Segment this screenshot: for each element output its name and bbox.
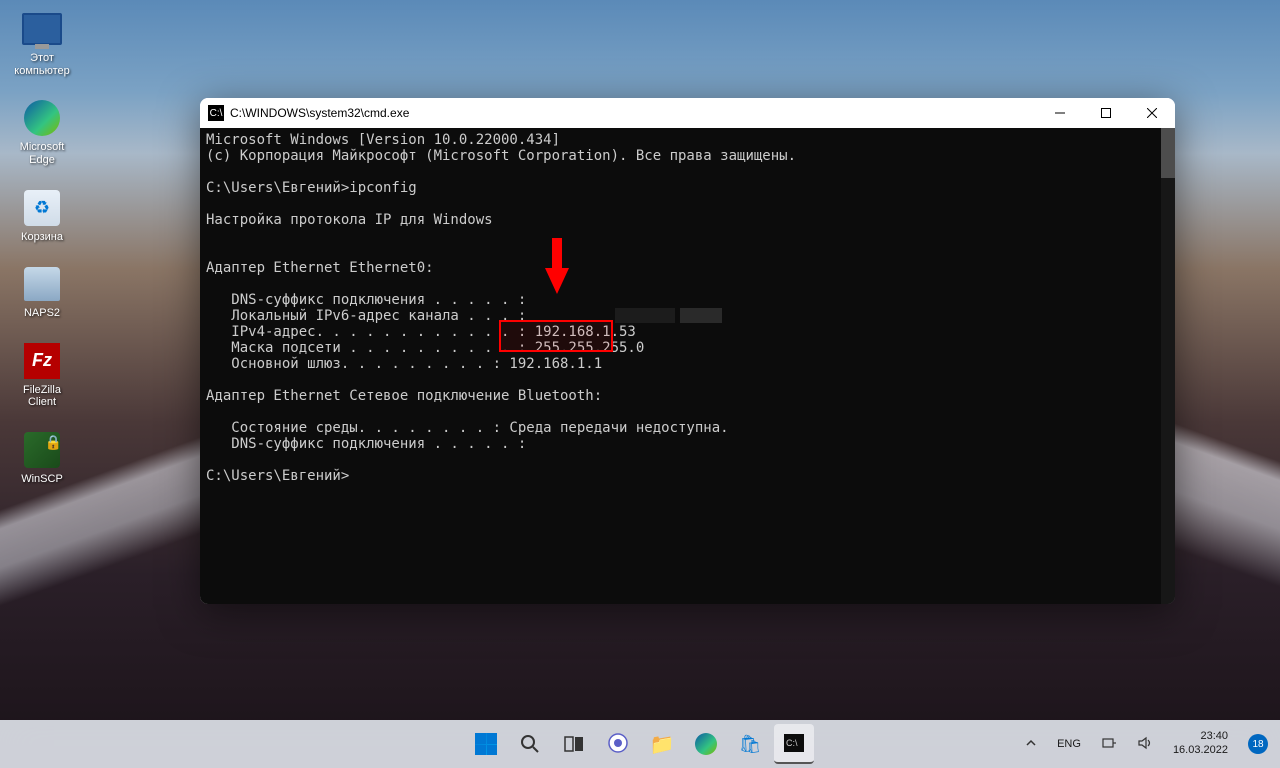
annotation-arrow-head — [545, 268, 569, 294]
redacted-region — [615, 308, 675, 323]
windows-logo-icon — [475, 733, 497, 755]
taskbar-center: 📁 🛍 C:\ — [466, 724, 814, 764]
search-icon — [520, 734, 540, 754]
taskbar-chat[interactable] — [598, 724, 638, 764]
speaker-icon — [1137, 735, 1153, 751]
search-button[interactable] — [510, 724, 550, 764]
network-icon — [1101, 735, 1117, 751]
cmd-icon: C:\ — [208, 105, 224, 121]
terminal-line: C:\Users\Евгений>ipconfig — [206, 180, 417, 196]
terminal-line: DNS-суффикс подключения . . . . . : — [206, 436, 526, 452]
terminal-line: Состояние среды. . . . . . . . : Среда п… — [206, 420, 729, 436]
tray-language[interactable]: ENG — [1051, 734, 1087, 754]
desktop-icon-naps2[interactable]: NAPS2 — [6, 261, 78, 322]
clock-time: 23:40 — [1173, 730, 1228, 744]
tray-volume[interactable] — [1131, 731, 1159, 758]
terminal-line: Адаптер Ethernet Ethernet0: — [206, 260, 434, 276]
icon-label: Корзина — [21, 231, 63, 244]
tray-clock[interactable]: 23:40 16.03.2022 — [1167, 726, 1234, 762]
store-icon: 🛍 — [739, 734, 762, 755]
annotation-highlight — [499, 320, 613, 352]
terminal-line: (c) Корпорация Майкрософт (Microsoft Cor… — [206, 148, 796, 164]
tray-network[interactable] — [1095, 731, 1123, 758]
terminal-line: C:\Users\Евгений> — [206, 468, 349, 484]
pc-icon — [21, 8, 63, 50]
icon-label: Этоткомпьютер — [14, 52, 69, 77]
icon-label: WinSCP — [21, 473, 63, 486]
taskbar: 📁 🛍 C:\ ENG 23:40 16.03.2022 18 — [0, 720, 1280, 768]
taskbar-store[interactable]: 🛍 — [730, 724, 770, 764]
taskbar-cmd[interactable]: C:\ — [774, 724, 814, 764]
tray-notifications[interactable]: 18 — [1242, 730, 1274, 758]
maximize-icon — [1101, 108, 1111, 118]
minimize-button[interactable] — [1037, 98, 1083, 128]
window-controls — [1037, 98, 1175, 128]
taskbar-edge[interactable] — [686, 724, 726, 764]
folder-icon: 📁 — [650, 732, 675, 757]
maximize-button[interactable] — [1083, 98, 1129, 128]
icon-label: NAPS2 — [24, 307, 60, 320]
winscp-icon — [21, 429, 63, 471]
titlebar[interactable]: C:\ C:\WINDOWS\system32\cmd.exe — [200, 98, 1175, 128]
desktop-icon-recycle-bin[interactable]: Корзина — [6, 185, 78, 246]
terminal-line: Основной шлюз. . . . . . . . . : 192.168… — [206, 356, 602, 372]
desktop-icon-filezilla[interactable]: Fz FileZillaClient — [6, 338, 78, 411]
terminal-line: Microsoft Windows [Version 10.0.22000.43… — [206, 132, 560, 148]
task-view-button[interactable] — [554, 724, 594, 764]
recycle-bin-icon — [21, 187, 63, 229]
tray-overflow[interactable] — [1019, 733, 1043, 756]
notification-badge: 18 — [1248, 734, 1268, 754]
scanner-icon — [21, 263, 63, 305]
taskbar-explorer[interactable]: 📁 — [642, 724, 682, 764]
scrollbar[interactable] — [1161, 128, 1175, 604]
icon-label: FileZillaClient — [23, 384, 61, 409]
icon-label: MicrosoftEdge — [20, 141, 65, 166]
task-view-icon — [564, 734, 584, 754]
annotation-arrow-stem — [552, 238, 562, 270]
close-button[interactable] — [1129, 98, 1175, 128]
cmd-window: C:\ C:\WINDOWS\system32\cmd.exe Microsof… — [200, 98, 1175, 604]
edge-icon — [695, 733, 717, 755]
scrollbar-thumb[interactable] — [1161, 128, 1175, 178]
desktop-icon-edge[interactable]: MicrosoftEdge — [6, 95, 78, 168]
terminal-line: DNS-суффикс подключения . . . . . : — [206, 292, 526, 308]
desktop-icons-area: Этоткомпьютер MicrosoftEdge Корзина NAPS… — [6, 6, 78, 488]
terminal-line: Локальный IPv6-адрес канала . . . : — [206, 308, 526, 324]
terminal-line: Настройка протокола IP для Windows — [206, 212, 493, 228]
desktop-icon-this-pc[interactable]: Этоткомпьютер — [6, 6, 78, 79]
close-icon — [1147, 108, 1157, 118]
system-tray: ENG 23:40 16.03.2022 18 — [1019, 726, 1274, 762]
chat-icon — [607, 733, 629, 755]
desktop-icon-winscp[interactable]: WinSCP — [6, 427, 78, 488]
edge-icon — [21, 97, 63, 139]
terminal-body[interactable]: Microsoft Windows [Version 10.0.22000.43… — [200, 128, 1175, 604]
start-button[interactable] — [466, 724, 506, 764]
clock-date: 16.03.2022 — [1173, 744, 1228, 758]
filezilla-icon: Fz — [21, 340, 63, 382]
terminal-line: Адаптер Ethernet Сетевое подключение Blu… — [206, 388, 602, 404]
chevron-up-icon — [1025, 737, 1037, 749]
minimize-icon — [1055, 108, 1065, 118]
redacted-region — [680, 308, 722, 323]
cmd-icon: C:\ — [784, 734, 804, 752]
window-title: C:\WINDOWS\system32\cmd.exe — [230, 106, 1037, 120]
